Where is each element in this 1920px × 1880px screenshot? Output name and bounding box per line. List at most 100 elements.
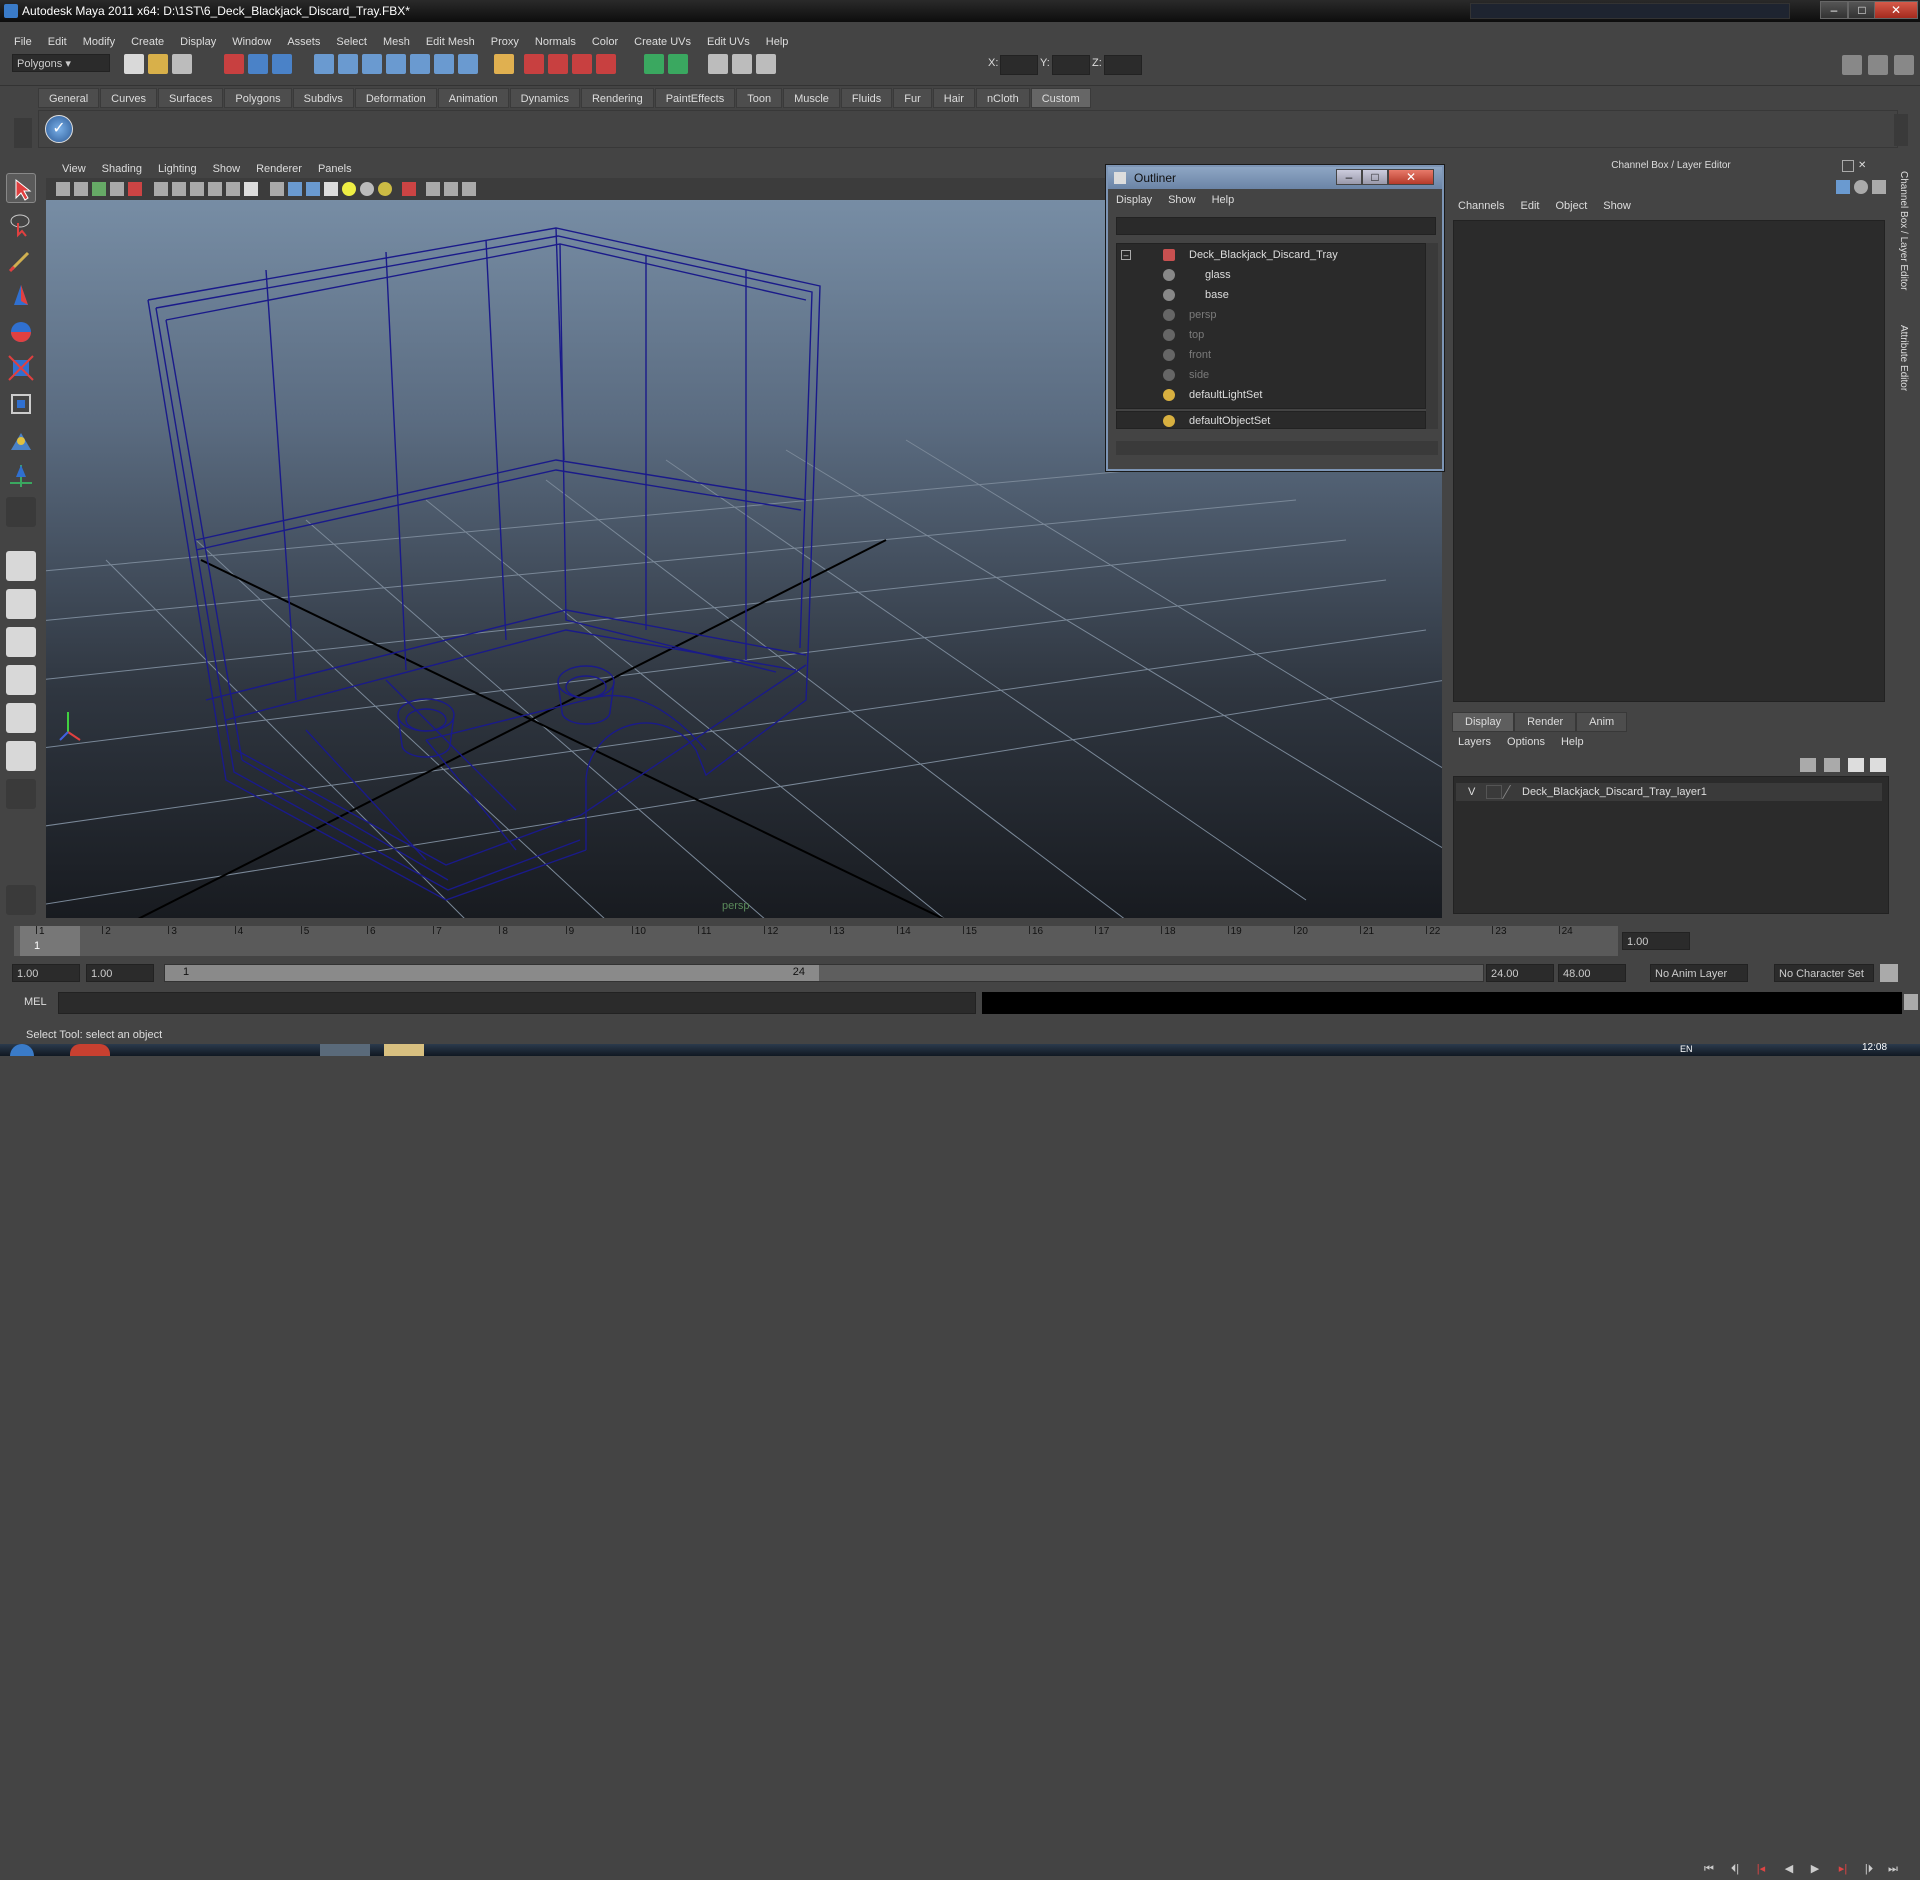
select-camera-icon[interactable] — [56, 182, 70, 196]
play-forwards-icon[interactable]: ▶ — [1804, 1858, 1826, 1880]
taskbar-browser-icon[interactable] — [70, 1044, 110, 1056]
shelf-tab-polygons[interactable]: Polygons — [224, 88, 292, 108]
show-hide-tool-settings-icon[interactable] — [1868, 55, 1888, 75]
select-hierarchy-icon[interactable] — [224, 54, 244, 74]
bookmarks-icon[interactable] — [92, 182, 106, 196]
persp-graph-outliner-layout-icon[interactable] — [6, 741, 36, 771]
layer-tab-display[interactable]: Display — [1452, 712, 1515, 732]
menu-mesh[interactable]: Mesh — [375, 36, 418, 48]
layout-menu-icon[interactable] — [6, 779, 36, 809]
outliner-maximize-button[interactable]: □ — [1362, 169, 1388, 185]
hypershade-persp-layout-icon[interactable] — [6, 703, 36, 733]
xray-icon[interactable] — [426, 182, 440, 196]
animation-preferences-icon[interactable] — [1880, 964, 1898, 982]
new-scene-icon[interactable] — [124, 54, 144, 74]
outliner-horizontal-scrollbar[interactable] — [1116, 441, 1438, 455]
play-backwards-icon[interactable]: ◀ — [1778, 1858, 1800, 1880]
soft-modification-icon[interactable] — [6, 425, 36, 455]
step-back-key-icon[interactable]: |◂ — [1750, 1858, 1772, 1880]
wireframe-icon[interactable] — [270, 182, 284, 196]
channel-box-icon[interactable] — [756, 54, 776, 74]
channel-box-close-icon[interactable]: ✕ — [1858, 160, 1870, 172]
outliner-item[interactable]: front — [1117, 346, 1417, 364]
textured-icon[interactable] — [324, 182, 338, 196]
outliner-menu-show[interactable]: Show — [1160, 191, 1204, 209]
z-field[interactable] — [1104, 55, 1142, 75]
layer-visibility-toggle[interactable]: V — [1468, 783, 1475, 801]
select-tool-icon[interactable] — [6, 173, 36, 203]
viewport-menu-show[interactable]: Show — [205, 163, 249, 175]
shelf-tab-surfaces[interactable]: Surfaces — [157, 88, 224, 108]
new-layer-selected-icon[interactable] — [1870, 758, 1886, 772]
menu-display[interactable]: Display — [172, 36, 224, 48]
playback-start-field[interactable]: 1.00 — [86, 964, 154, 982]
menu-create-uvs[interactable]: Create UVs — [626, 36, 699, 48]
command-language-label[interactable]: MEL — [24, 996, 47, 1008]
script-editor-icon[interactable] — [1904, 994, 1918, 1010]
attribute-editor-icon[interactable] — [708, 54, 728, 74]
shelf-tab-fluids[interactable]: Fluids — [840, 88, 893, 108]
go-to-end-icon[interactable]: ⏭ — [1882, 1858, 1904, 1880]
move-layer-up-icon[interactable] — [1800, 758, 1816, 772]
outliner-filter-field[interactable] — [1116, 217, 1436, 235]
channel-box-layout-icon-1[interactable] — [1836, 180, 1850, 194]
outliner-vertical-scrollbar[interactable] — [1426, 243, 1438, 429]
move-tool-icon[interactable] — [6, 281, 36, 311]
menu-normals[interactable]: Normals — [527, 36, 584, 48]
snap-plane-icon[interactable] — [386, 54, 406, 74]
outliner-menu-help[interactable]: Help — [1204, 191, 1243, 209]
shelf-tab-toon[interactable]: Toon — [736, 88, 783, 108]
shelf-tab-custom[interactable]: Custom — [1030, 88, 1091, 108]
lasso-tool-icon[interactable] — [6, 209, 36, 239]
x-field[interactable] — [1000, 55, 1038, 75]
grid-toggle-icon[interactable] — [154, 182, 168, 196]
menu-select[interactable]: Select — [328, 36, 375, 48]
step-forward-frame-icon[interactable]: |⏵ — [1858, 1858, 1880, 1880]
resolution-gate-icon[interactable] — [190, 182, 204, 196]
render-settings-icon[interactable] — [572, 54, 592, 74]
layer-menu-options[interactable]: Options — [1499, 734, 1553, 750]
start-button[interactable] — [10, 1044, 34, 1056]
go-to-start-icon[interactable]: ⏮ — [1698, 1858, 1720, 1880]
safe-title-icon[interactable] — [244, 182, 258, 196]
select-component-icon[interactable] — [272, 54, 292, 74]
shelf-tab-ncloth[interactable]: nCloth — [975, 88, 1030, 108]
viewport-menu-renderer[interactable]: Renderer — [248, 163, 310, 175]
two-d-pan-zoom-icon[interactable] — [128, 182, 142, 196]
layer-tab-render[interactable]: Render — [1514, 712, 1577, 732]
shelf-tab-painteffects[interactable]: PaintEffects — [654, 88, 736, 108]
wireframe-on-shaded-icon[interactable] — [306, 182, 320, 196]
ipr-render-icon[interactable] — [548, 54, 568, 74]
menu-modify[interactable]: Modify — [75, 36, 123, 48]
menu-edit[interactable]: Edit — [40, 36, 75, 48]
layer-type-toggle[interactable] — [1486, 785, 1502, 799]
camera-attributes-icon[interactable] — [74, 182, 88, 196]
channel-box-body[interactable] — [1453, 220, 1885, 702]
layer-row[interactable]: V Deck_Blackjack_Discard_Tray_layer1 — [1456, 783, 1882, 801]
shelf-menu-icon[interactable] — [14, 118, 32, 148]
animation-end-field[interactable]: 48.00 — [1558, 964, 1626, 982]
current-time-field[interactable]: 1.00 — [1622, 932, 1690, 950]
layer-color-swatch[interactable] — [1501, 785, 1525, 799]
step-back-frame-icon[interactable]: ⏴| — [1724, 1858, 1746, 1880]
persp-graph-layout-icon[interactable] — [6, 665, 36, 695]
shelf-tab-hair[interactable]: Hair — [932, 88, 975, 108]
open-scene-icon[interactable] — [148, 54, 168, 74]
make-live-icon[interactable] — [410, 54, 430, 74]
xray-joints-icon[interactable] — [444, 182, 458, 196]
menu-window[interactable]: Window — [224, 36, 279, 48]
viewport-menu-panels[interactable]: Panels — [310, 163, 360, 175]
menu-assets[interactable]: Assets — [279, 36, 328, 48]
character-set-dropdown[interactable]: No Character Set — [1774, 964, 1874, 982]
shelf-tab-fur[interactable]: Fur — [893, 88, 932, 108]
outliner-title-bar[interactable]: Outliner – □ ✕ — [1108, 167, 1442, 189]
viewport-menu-shading[interactable]: Shading — [94, 163, 150, 175]
shelf-tab-animation[interactable]: Animation — [437, 88, 509, 108]
shelf-scroll-icon[interactable] — [1894, 114, 1908, 146]
channel-box-menu-show[interactable]: Show — [1595, 198, 1639, 214]
gate-mask-icon[interactable] — [208, 182, 222, 196]
single-perspective-layout-icon[interactable] — [6, 551, 36, 581]
menu-proxy[interactable]: Proxy — [483, 36, 527, 48]
viewport-menu-view[interactable]: View — [54, 163, 94, 175]
snap-grid-icon[interactable] — [314, 54, 334, 74]
